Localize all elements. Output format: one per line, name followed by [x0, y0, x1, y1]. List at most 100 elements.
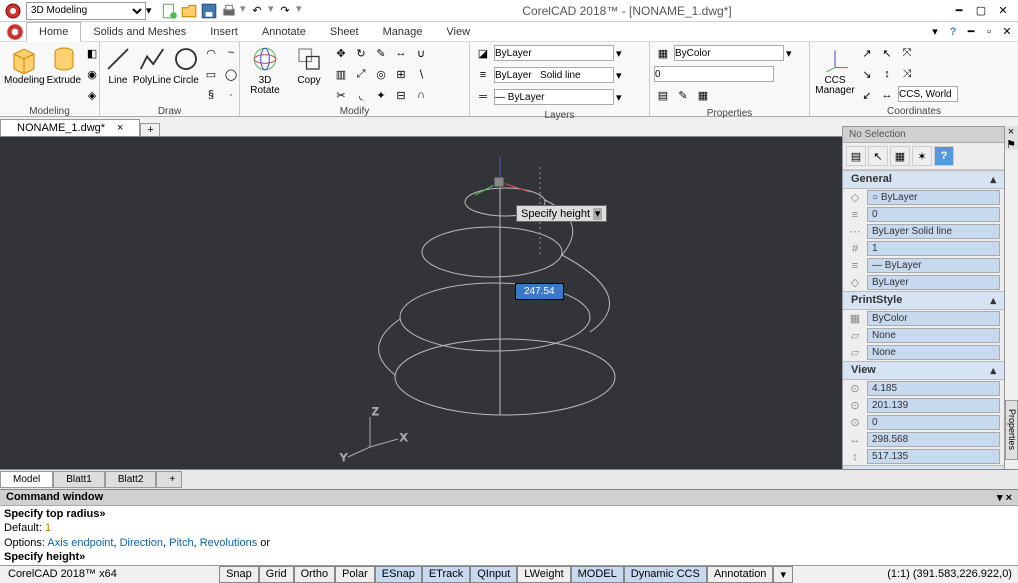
modeling-button[interactable]: Modeling [4, 44, 45, 86]
doc-tab[interactable]: NONAME_1.dwg* × [0, 119, 140, 136]
close-icon[interactable]: ✕ [996, 4, 1010, 18]
align-icon[interactable]: ⊟ [392, 86, 410, 104]
model-tab-model[interactable]: Model [0, 471, 53, 488]
save-icon[interactable] [200, 2, 218, 20]
mode-snap[interactable]: Snap [219, 566, 259, 583]
mdi-min-icon[interactable]: ━ [964, 25, 978, 39]
props-help-icon[interactable]: ? [934, 146, 954, 166]
move-icon[interactable]: ✥ [332, 44, 350, 62]
collapse-ribbon-icon[interactable]: ▾ [928, 25, 942, 39]
copy-button[interactable]: Copy [288, 44, 330, 86]
mode-esnap[interactable]: ESnap [375, 566, 422, 583]
presspull-icon[interactable]: ◈ [83, 86, 101, 104]
subtract-icon[interactable]: ∖ [412, 65, 430, 83]
prop-match-icon[interactable]: ▤ [654, 86, 672, 104]
mode-model[interactable]: MODEL [571, 566, 624, 583]
ccs-world-input[interactable] [898, 86, 958, 102]
erase-icon[interactable]: ✎ [372, 44, 390, 62]
spline-icon[interactable]: ~ [222, 44, 240, 62]
props-tool1-icon[interactable]: ▤ [846, 146, 866, 166]
props-section-view[interactable]: View▴ [843, 361, 1004, 380]
polyline-button[interactable]: PolyLine [134, 44, 170, 86]
intersect-icon[interactable]: ∩ [412, 86, 430, 104]
ccs4-icon[interactable]: ↖ [878, 44, 896, 62]
cmd-min-icon[interactable]: ▾ [997, 492, 1003, 504]
trim-icon[interactable]: ✂ [332, 86, 350, 104]
mode-annotation[interactable]: Annotation [707, 566, 774, 583]
polysolid-icon[interactable]: ◧ [83, 44, 101, 62]
ccs7-icon[interactable]: ⤧ [898, 44, 916, 62]
props-tool2-icon[interactable]: ↖ [868, 146, 888, 166]
explode-icon[interactable]: ✦ [372, 86, 390, 104]
revolve-icon[interactable]: ◉ [83, 65, 101, 83]
mode-lweight[interactable]: LWeight [517, 566, 570, 583]
rect-icon[interactable]: ▭ [202, 65, 220, 83]
doc-tab-close-icon[interactable]: × [117, 122, 123, 134]
props-tool3-icon[interactable]: ▦ [890, 146, 910, 166]
ellipse-icon[interactable]: ◯ [222, 65, 240, 83]
ccs6-icon[interactable]: ↔ [878, 86, 896, 104]
ccs2-icon[interactable]: ↘ [858, 65, 876, 83]
mode-polar[interactable]: Polar [335, 566, 375, 583]
redo-icon[interactable]: ↷ [276, 2, 294, 20]
cmd-close-icon[interactable]: × [1006, 492, 1012, 504]
workspace-dropdown-icon[interactable]: ▾ [146, 4, 156, 17]
arc-icon[interactable]: ◠ [202, 44, 220, 62]
tab-insert[interactable]: Insert [198, 23, 250, 41]
offset-icon[interactable]: ◎ [372, 65, 390, 83]
properties-vertical-tab[interactable]: Properties [1005, 400, 1018, 460]
props-tool4-icon[interactable]: ✶ [912, 146, 932, 166]
mode-dynamic ccs[interactable]: Dynamic CCS [624, 566, 707, 583]
fillet-icon[interactable]: ◟ [352, 86, 370, 104]
tab-sheet[interactable]: Sheet [318, 23, 371, 41]
tab-solids[interactable]: Solids and Meshes [81, 23, 198, 41]
scale-icon[interactable]: ⤢ [352, 65, 370, 83]
prop-list-icon[interactable]: ▦ [694, 86, 712, 104]
mode-grid[interactable]: Grid [259, 566, 294, 583]
line-button[interactable]: Line [104, 44, 132, 86]
annotation-dropdown-icon[interactable]: ▾ [773, 566, 793, 583]
layer-line-input[interactable] [494, 67, 614, 83]
ccs3-icon[interactable]: ↙ [858, 86, 876, 104]
tab-manage[interactable]: Manage [371, 23, 435, 41]
extrude-button[interactable]: Extrude [47, 44, 81, 86]
minimize-icon[interactable]: ━ [952, 4, 966, 18]
prop-brush-icon[interactable]: ✎ [674, 86, 692, 104]
drawing-canvas[interactable]: X Y Z Specify height ▾ 247.54 [0, 137, 842, 469]
doc-tab-add[interactable]: + [140, 123, 160, 136]
app-menu-icon[interactable] [4, 22, 26, 42]
layer-color-input[interactable] [494, 45, 614, 61]
mdi-restore-icon[interactable]: ▫ [982, 25, 996, 39]
tab-view[interactable]: View [434, 23, 482, 41]
ccs8-icon[interactable]: ⤨ [898, 65, 916, 83]
layer-weight-icon[interactable]: ═ [474, 88, 492, 106]
point-icon[interactable]: · [222, 86, 240, 104]
tooltip-dropdown-icon[interactable]: ▾ [593, 208, 603, 220]
help-icon[interactable]: ? [946, 25, 960, 39]
mode-etrack[interactable]: ETrack [422, 566, 470, 583]
ccs1-icon[interactable]: ↗ [858, 44, 876, 62]
model-tab-blatt1[interactable]: Blatt1 [53, 471, 105, 488]
union-icon[interactable]: ∪ [412, 44, 430, 62]
panel-close-icon[interactable]: × [1005, 126, 1017, 138]
prop-color-icon[interactable]: ▦ [654, 44, 672, 62]
mode-qinput[interactable]: QInput [470, 566, 517, 583]
model-tab-add[interactable]: + [156, 471, 182, 488]
tab-home[interactable]: Home [26, 22, 81, 42]
mirror-icon[interactable]: ▥ [332, 65, 350, 83]
maximize-icon[interactable]: ▢ [974, 4, 988, 18]
helix-icon[interactable]: § [202, 86, 220, 104]
open-icon[interactable] [180, 2, 198, 20]
height-value-input[interactable]: 247.54 [515, 283, 564, 300]
mdi-close-icon[interactable]: ✕ [1000, 25, 1014, 39]
panel-pin-icon[interactable]: ⚑ [1005, 138, 1017, 150]
undo-icon[interactable]: ↶ [248, 2, 266, 20]
tab-annotate[interactable]: Annotate [250, 23, 318, 41]
layer-color-icon[interactable]: ◪ [474, 44, 492, 62]
ccs-manager-button[interactable]: CCS Manager [814, 44, 856, 96]
rotate2d-icon[interactable]: ↻ [352, 44, 370, 62]
layer-line-icon[interactable]: ≡ [474, 66, 492, 84]
print-icon[interactable] [220, 2, 238, 20]
workspace-selector[interactable]: 3D Modeling [26, 2, 146, 20]
ccs5-icon[interactable]: ↕ [878, 65, 896, 83]
